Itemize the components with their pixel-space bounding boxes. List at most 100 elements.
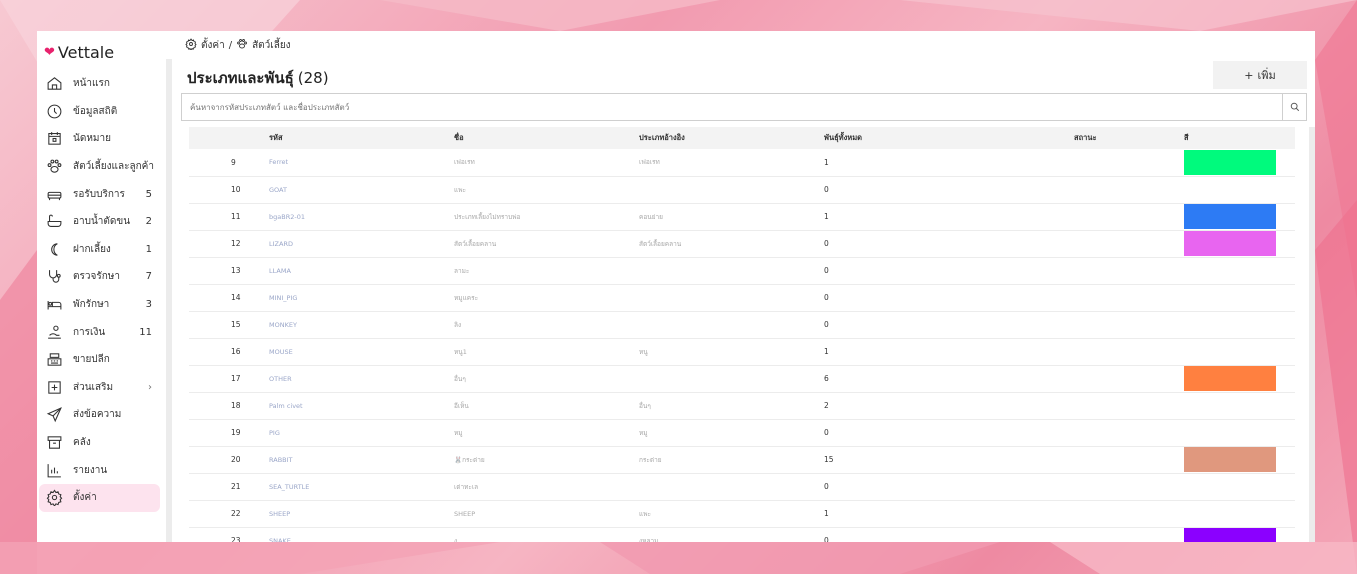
table-row[interactable]: 15 MONKEY ลิง 0 <box>189 311 1295 339</box>
money-icon <box>46 324 63 341</box>
color-swatch <box>1184 528 1276 542</box>
column-header[interactable]: ชื่อ <box>454 127 639 149</box>
paw-icon <box>46 158 63 175</box>
table-row[interactable]: 17 OTHER อื่นๆ 6 <box>189 365 1295 393</box>
row-status <box>1074 365 1184 393</box>
archive-icon <box>46 434 63 451</box>
table-row[interactable]: 23 SNAKE งู งูหลาม 0 <box>189 527 1295 542</box>
page-header: ประเภทและพันธุ์ (28) <box>187 66 329 90</box>
sidebar-item-sofa[interactable]: รอรับบริการ 5 <box>39 180 160 208</box>
row-code: SEA_TURTLE <box>269 473 454 501</box>
table-body: 9 Ferret เฟอเรท เฟอเรท 1 10 GOAT แพะ 0 11 bgaBR2-0… <box>189 149 1295 542</box>
row-code: PIG <box>269 419 454 447</box>
row-number: 13 <box>189 257 269 285</box>
sidebar-item-paw[interactable]: สัตว์เลี้ยงและลูกค้า <box>39 153 160 181</box>
sidebar-item-label: คลัง <box>73 437 91 449</box>
table-row[interactable]: 9 Ferret เฟอเรท เฟอเรท 1 <box>189 149 1295 177</box>
sidebar-item-bed[interactable]: พักรักษา 3 <box>39 291 160 319</box>
table-row[interactable]: 21 SEA_TURTLE เต่าทะเล 0 <box>189 473 1295 501</box>
row-status <box>1074 149 1184 177</box>
table-row[interactable]: 14 MINI_PIG หมูแคระ 0 <box>189 284 1295 312</box>
row-reference-type <box>639 257 824 285</box>
row-breed-total: 1 <box>824 149 1074 177</box>
moon-icon <box>46 241 63 258</box>
row-code: MINI_PIG <box>269 284 454 312</box>
search-input[interactable] <box>182 94 1282 120</box>
row-breed-total: 0 <box>824 473 1074 501</box>
sidebar-item-money[interactable]: การเงิน 11 <box>39 318 160 346</box>
column-header[interactable]: รหัส <box>269 127 454 149</box>
row-breed-total: 1 <box>824 500 1074 528</box>
row-number: 20 <box>189 446 269 474</box>
row-name: 🐰กระต่าย <box>454 446 639 474</box>
search-button[interactable] <box>1282 94 1306 120</box>
table-row[interactable]: 10 GOAT แพะ 0 <box>189 176 1295 204</box>
table-row[interactable]: 18 Palm civet อีเห็น อื่นๆ 2 <box>189 392 1295 420</box>
main-scrollbar[interactable] <box>1309 127 1315 542</box>
column-header[interactable]: สี <box>1184 127 1295 149</box>
row-color <box>1184 419 1295 447</box>
row-name: SHEEP <box>454 500 639 528</box>
row-code: RABBIT <box>269 446 454 474</box>
add-button[interactable]: + เพิ่ม <box>1213 61 1307 89</box>
sidebar-item-stethoscope[interactable]: ตรวจรักษา 7 <box>39 263 160 291</box>
row-code: SNAKE <box>269 527 454 542</box>
sidebar-item-label: นัดหมาย <box>73 133 111 145</box>
row-name: อื่นๆ <box>454 365 639 393</box>
sidebar-item-archive[interactable]: คลัง <box>39 429 160 457</box>
sidebar-item-home[interactable]: หน้าแรก <box>39 70 160 98</box>
gear-icon <box>46 489 63 507</box>
row-breed-total: 0 <box>824 419 1074 447</box>
sidebar-item-gear[interactable]: ตั้งค่า <box>39 483 160 512</box>
plus-icon: + <box>1244 68 1254 82</box>
sidebar-item-calendar[interactable]: นัดหมาย <box>39 125 160 153</box>
sidebar: ❤ Vettale หน้าแรกข้อมูลสถิตินัดหมายสัตว์… <box>37 31 167 542</box>
row-reference-type: งูหลาม <box>639 527 824 542</box>
row-code: LLAMA <box>269 257 454 285</box>
table-row[interactable]: 11 bgaBR2-01 ประเภทเลี้ยงไม่ทราบพ่อ คอนย่าย… <box>189 203 1295 231</box>
sidebar-item-label: ส่งข้อความ <box>73 409 122 421</box>
row-name: เต่าทะเล <box>454 473 639 501</box>
breeds-table: รหัส ชื่อ ประเภทอ้างอิง พันธุ์ทั้งหมด สถานะส… <box>189 127 1295 542</box>
table-row[interactable]: 22 SHEEP SHEEP แพะ 1 <box>189 500 1295 528</box>
table-row[interactable]: 16 MOUSE หนู1 หนู 1 <box>189 338 1295 366</box>
sidebar-item-stats[interactable]: ข้อมูลสถิติ <box>39 98 160 126</box>
brand-name: Vettale <box>57 43 115 62</box>
sofa-icon <box>46 186 63 203</box>
row-name: งู <box>454 527 639 542</box>
breadcrumb-settings[interactable]: ตั้งค่า <box>201 38 225 53</box>
table-row[interactable]: 19 PIG หมู หมู 0 <box>189 419 1295 447</box>
column-header[interactable]: สถานะ <box>1074 127 1184 149</box>
column-header[interactable]: ประเภทอ้างอิง <box>639 127 824 149</box>
row-breed-total: 15 <box>824 446 1074 474</box>
row-name: หมู <box>454 419 639 447</box>
row-status <box>1074 419 1184 447</box>
table-row[interactable]: 20 RABBIT 🐰กระต่าย กระต่าย 15 <box>189 446 1295 474</box>
bathtub-icon <box>46 213 63 230</box>
row-status <box>1074 446 1184 474</box>
sidebar-item-send[interactable]: ส่งข้อความ <box>39 401 160 429</box>
row-status <box>1074 500 1184 528</box>
row-color <box>1184 257 1295 285</box>
column-header[interactable]: พันธุ์ทั้งหมด <box>824 127 1074 149</box>
color-swatch <box>1184 231 1276 256</box>
sidebar-item-count: 1 <box>145 243 152 255</box>
table-row[interactable]: 13 LLAMA ลามะ 0 <box>189 257 1295 285</box>
logo[interactable]: ❤ Vettale <box>44 43 114 62</box>
sidebar-item-report[interactable]: รายงาน <box>39 456 160 484</box>
sidebar-scrollbar[interactable] <box>166 59 172 542</box>
sidebar-item-cash-register[interactable]: ขายปลีก <box>39 346 160 374</box>
row-status <box>1074 203 1184 231</box>
color-swatch <box>1184 447 1276 472</box>
sidebar-item-moon[interactable]: ฝากเลี้ยง 1 <box>39 236 160 264</box>
table-row[interactable]: 12 LIZARD สัตว์เลื้อยคลาน สัตว์เลื้อยคลาน 0 <box>189 230 1295 258</box>
sidebar-item-bathtub[interactable]: อาบน้ำตัดขน 2 <box>39 208 160 236</box>
sidebar-item-plus-square[interactable]: ส่วนเสริม › <box>39 374 160 402</box>
sidebar-item-label: หน้าแรก <box>73 78 110 90</box>
column-header[interactable] <box>189 127 269 149</box>
row-status <box>1074 311 1184 339</box>
row-number: 23 <box>189 527 269 542</box>
row-number: 22 <box>189 500 269 528</box>
search-icon <box>1290 102 1299 112</box>
row-number: 10 <box>189 176 269 204</box>
